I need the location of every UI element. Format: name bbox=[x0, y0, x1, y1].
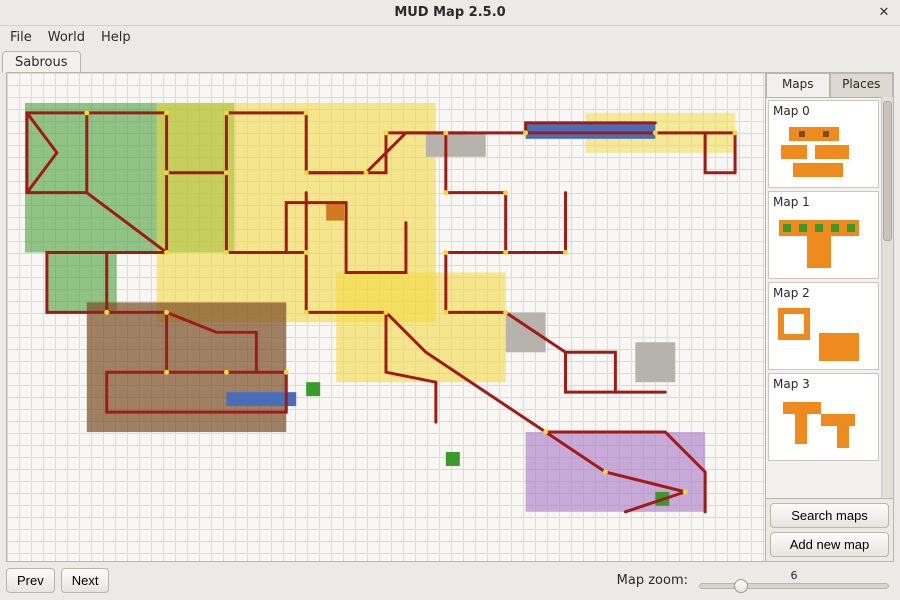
side-tabs: Maps Places bbox=[766, 73, 893, 97]
prev-button[interactable]: Prev bbox=[6, 568, 55, 593]
side-buttons: Search maps Add new map bbox=[766, 498, 893, 561]
close-icon[interactable]: ✕ bbox=[876, 4, 892, 20]
zoom-label: Map zoom: bbox=[617, 573, 688, 588]
map-thumbnail-list[interactable]: Map 0 Map 1 Map 2 bbox=[766, 97, 881, 498]
map-thumb-label: Map 0 bbox=[771, 103, 876, 121]
map-thumb-3[interactable]: Map 3 bbox=[768, 373, 879, 461]
main-panel: Maps Places Map 0 Map 1 bbox=[6, 72, 894, 562]
tab-world[interactable]: Sabrous bbox=[2, 51, 81, 73]
map-thumb-label: Map 2 bbox=[771, 285, 876, 303]
map-canvas[interactable] bbox=[7, 73, 765, 561]
map-thumb-label: Map 1 bbox=[771, 194, 876, 212]
menu-help[interactable]: Help bbox=[95, 28, 137, 47]
menu-file[interactable]: File bbox=[4, 28, 38, 47]
menubar: File World Help bbox=[0, 26, 900, 48]
side-panel: Maps Places Map 0 Map 1 bbox=[765, 73, 893, 561]
map-svg bbox=[7, 73, 765, 532]
map-thumb-label: Map 3 bbox=[771, 376, 876, 394]
search-maps-button[interactable]: Search maps bbox=[770, 503, 889, 528]
world-tabs: Sabrous bbox=[0, 48, 900, 72]
side-scrollbar[interactable] bbox=[881, 97, 893, 498]
map-thumb-1[interactable]: Map 1 bbox=[768, 191, 879, 279]
window-titlebar: MUD Map 2.5.0 ✕ bbox=[0, 0, 900, 26]
slider-thumb[interactable] bbox=[734, 579, 748, 593]
add-new-map-button[interactable]: Add new map bbox=[770, 532, 889, 557]
next-button[interactable]: Next bbox=[61, 568, 110, 593]
scrollbar-thumb[interactable] bbox=[883, 101, 892, 241]
map-thumb-0[interactable]: Map 0 bbox=[768, 100, 879, 188]
side-tab-maps[interactable]: Maps bbox=[766, 73, 830, 97]
map-thumb-2[interactable]: Map 2 bbox=[768, 282, 879, 370]
bottom-bar: Prev Next Map zoom: 6 bbox=[6, 566, 894, 594]
zoom-value: 6 bbox=[791, 571, 798, 581]
zoom-slider[interactable] bbox=[699, 583, 889, 589]
window-title: MUD Map 2.5.0 bbox=[394, 5, 505, 20]
side-tab-places[interactable]: Places bbox=[830, 73, 894, 97]
zoom-control: 6 bbox=[694, 571, 894, 589]
menu-world[interactable]: World bbox=[42, 28, 91, 47]
